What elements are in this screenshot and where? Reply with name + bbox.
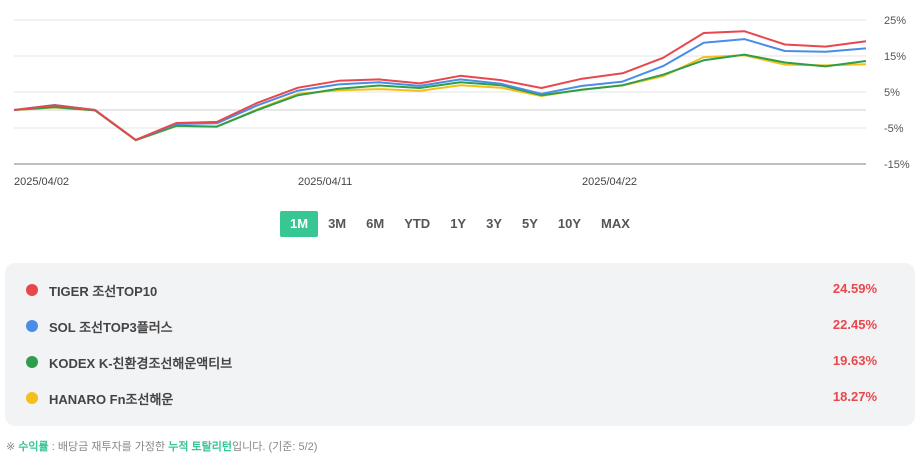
series-dot-icon [26,392,38,404]
series-line [13,38,867,141]
legend-name: KODEX K-친환경조선해운액티브 [49,356,233,371]
tab-ytd[interactable]: YTD [394,211,440,237]
footnote-suffix: 입니다. (기준: 5/2) [231,441,318,453]
legend-item-hanaro: HANARO Fn조선해운 18.27% [5,386,915,410]
series-dot-icon [26,284,38,296]
y-tick-label: -5% [884,123,904,135]
tab-1m[interactable]: 1M [280,211,319,237]
legend-item-tiger: TIGER 조선TOP10 24.59% [5,278,915,302]
tab-3y[interactable]: 3Y [476,211,512,237]
x-tick-label: 2025/04/02 [14,176,69,188]
y-tick-label: -15% [884,159,910,171]
y-tick-label: 5% [884,87,900,99]
legend-return-value: 19.63% [832,353,877,368]
footnote-middle: : 배당금 재투자를 가정한 [48,441,169,453]
tab-1y[interactable]: 1Y [440,211,476,237]
legend-return-value: 22.45% [832,317,877,332]
footnote-highlight-total-return: 누적 토탈리턴 [168,441,232,453]
legend-name: HANARO Fn조선해운 [49,392,174,407]
x-tick-label: 2025/04/22 [582,176,637,188]
legend-name: SOL 조선TOP3플러스 [49,320,173,335]
legend-item-kodex: KODEX K-친환경조선해운액티브 19.63% [5,350,915,374]
footnote: ※ 수익률 : 배당금 재투자를 가정한 누적 토탈리턴입니다. (기준: 5/… [6,438,317,454]
range-tabs: 1M 3M 6M YTD 1Y 3Y 5Y 10Y MAX [280,211,640,237]
footnote-prefix: ※ [6,441,19,453]
series-line [13,54,867,142]
tab-5y[interactable]: 5Y [512,211,548,237]
y-tick-label: 25% [884,15,906,27]
series-line [13,53,867,142]
legend-return-value: 24.59% [832,281,877,296]
tab-3m[interactable]: 3M [318,211,356,237]
footnote-highlight-return: 수익률 [18,441,49,453]
legend-panel: TIGER 조선TOP10 24.59% SOL 조선TOP3플러스 22.45… [5,263,915,426]
legend-name: TIGER 조선TOP10 [49,284,158,299]
x-tick-label: 2025/04/11 [298,176,352,188]
tab-10y[interactable]: 10Y [548,211,591,237]
line-chart: 25% 15% 5% -5% -15% 2025/04/02 2025/04/11 2025/… [13,15,910,188]
legend-item-sol: SOL 조선TOP3플러스 22.45% [5,314,915,338]
y-tick-label: 15% [884,51,906,63]
series-dot-icon [26,320,38,332]
legend-return-value: 18.27% [832,389,877,404]
tab-max[interactable]: MAX [591,211,640,237]
series-dot-icon [26,356,38,368]
tab-6m[interactable]: 6M [356,211,394,237]
